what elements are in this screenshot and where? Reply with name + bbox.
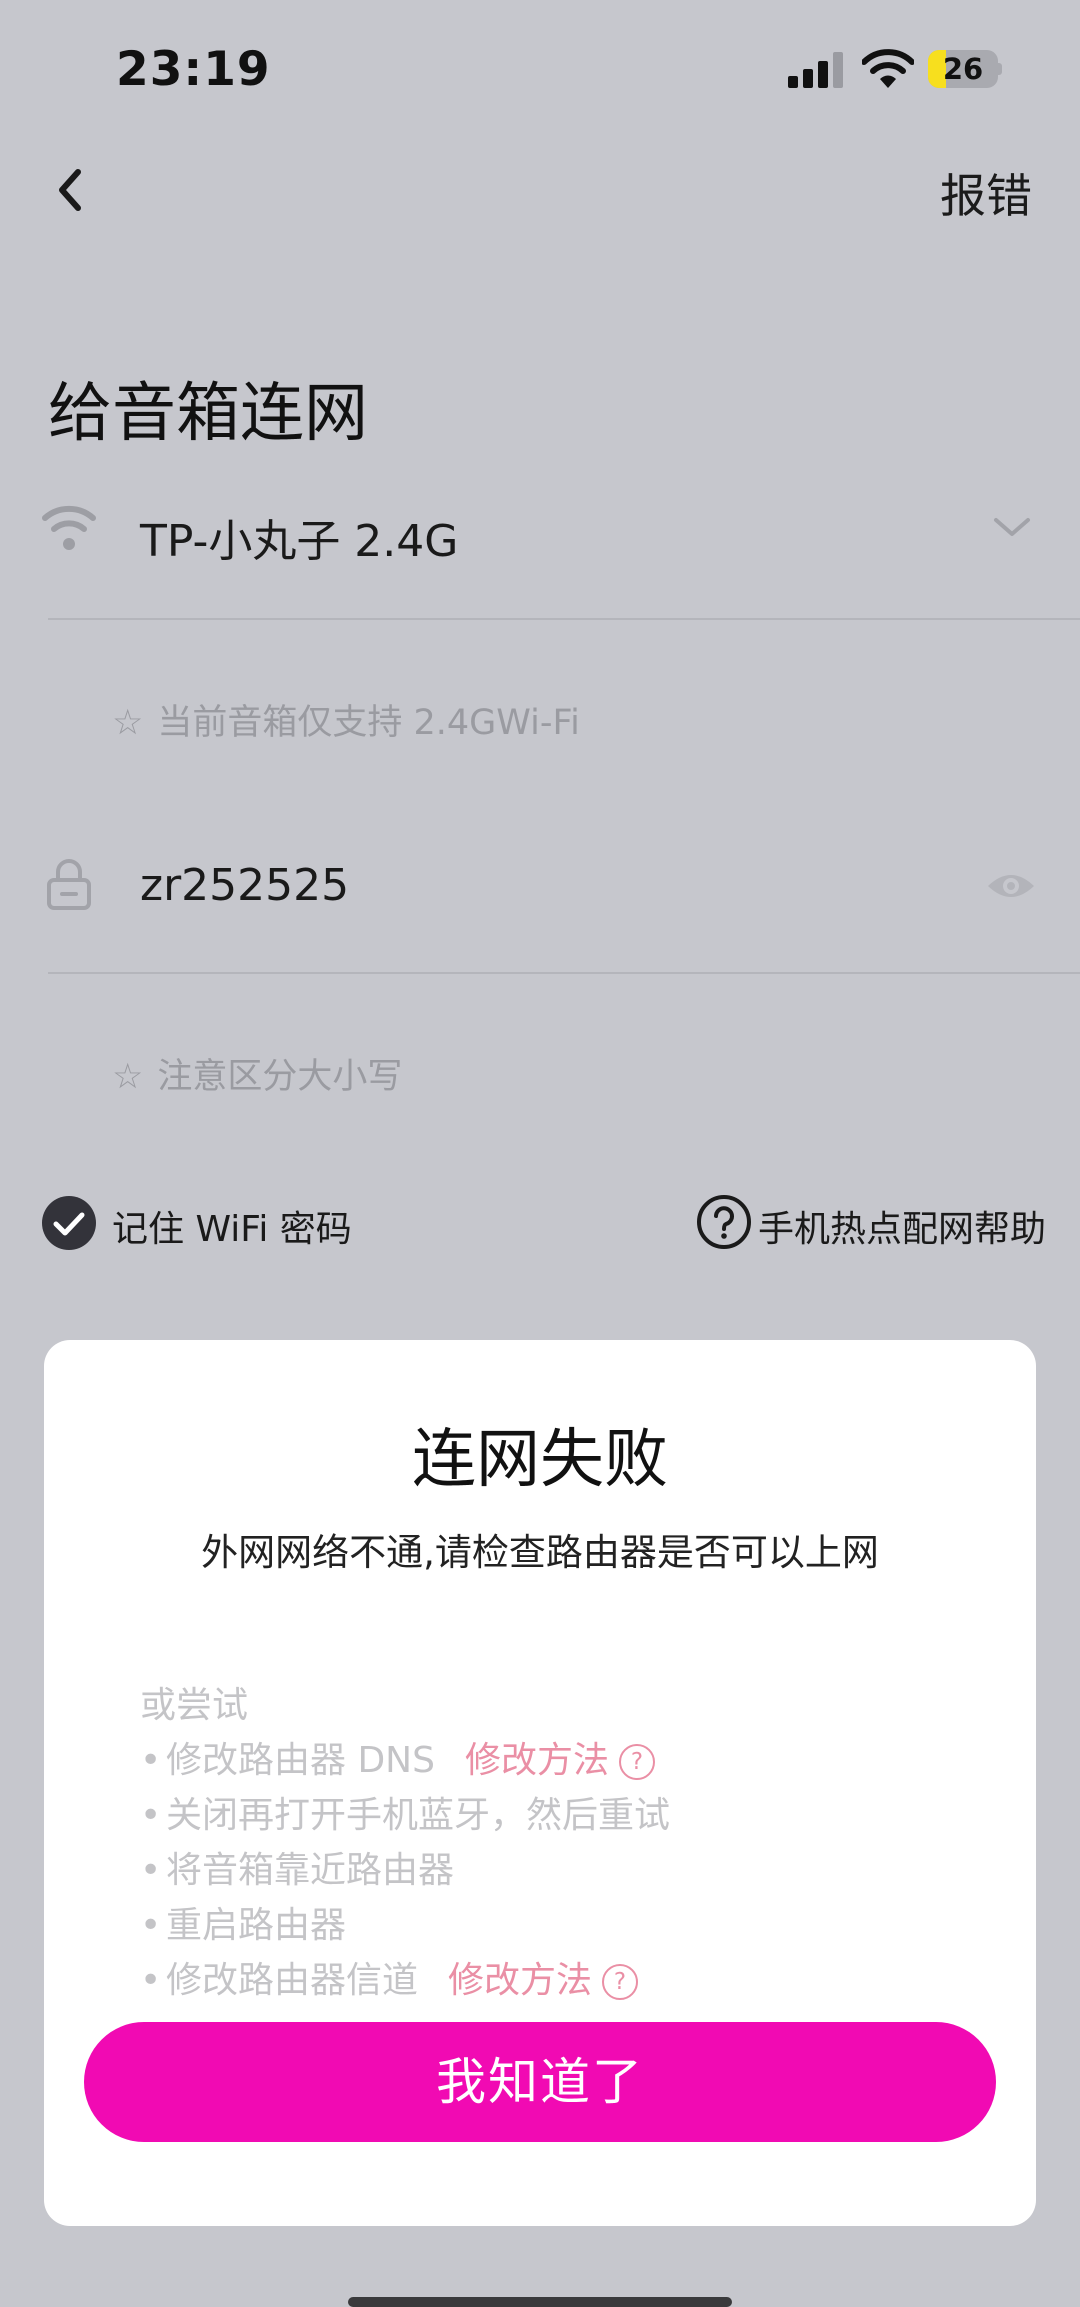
report-error-button[interactable]: 报错	[940, 160, 1032, 226]
page-title: 给音箱连网	[48, 377, 368, 451]
remember-checkbox[interactable]	[42, 1196, 96, 1250]
bullet: •	[140, 1740, 162, 1781]
divider	[48, 972, 1080, 974]
bullet: •	[140, 1960, 162, 2001]
password-input[interactable]: zr252525	[140, 860, 349, 911]
bullet: •	[140, 1905, 162, 1946]
connection-failed-dialog: 连网失败 外网网络不通,请检查路由器是否可以上网 或尝试 • 修改路由器 DNS 修…	[44, 1340, 1036, 2226]
status-time: 23:19	[116, 42, 271, 97]
back-chevron-icon[interactable]	[50, 160, 90, 220]
fix-method-link[interactable]: 修改方法	[448, 1960, 592, 2001]
tips-heading: 或尝试	[140, 1685, 249, 1726]
tip-text: 重启路由器	[166, 1905, 347, 1946]
tip-text: 将音箱靠近路由器	[166, 1850, 455, 1891]
fix-method-link[interactable]: 修改方法	[465, 1740, 609, 1781]
dialog-message: 外网网络不通,请检查路由器是否可以上网	[201, 1531, 879, 1574]
password-hint-text: 注意区分大小写	[157, 1057, 403, 1097]
divider	[48, 618, 1080, 620]
question-circle-icon[interactable]: ?	[602, 1964, 639, 2000]
hotspot-help-link[interactable]: 手机热点配网帮助	[758, 1200, 1046, 1252]
question-circle-icon[interactable]	[696, 1194, 752, 1250]
tips-list: 或尝试 • 修改路由器 DNS 修改方法? • 关闭再打开手机蓝牙，然后重试 • 将音箱…	[140, 1678, 670, 2008]
bullet: •	[140, 1850, 162, 1891]
wifi-hint-text: 当前音箱仅支持 2.4GWi-Fi	[157, 703, 580, 743]
question-circle-icon[interactable]: ?	[618, 1744, 655, 1780]
bullet: •	[140, 1795, 162, 1836]
star-icon: ☆	[112, 703, 144, 743]
home-indicator	[348, 2297, 732, 2307]
list-item: • 关闭再打开手机蓝牙，然后重试	[140, 1788, 670, 1843]
list-item: • 重启路由器	[140, 1898, 670, 1953]
wifi-ssid-select[interactable]: TP-小丸子 2.4G	[140, 505, 458, 569]
battery-level: 26	[942, 52, 984, 86]
got-it-button[interactable]: 我知道了	[84, 2022, 996, 2142]
wifi-hint: ☆ 当前音箱仅支持 2.4GWi-Fi	[112, 694, 580, 745]
tip-text: 修改路由器信道	[166, 1960, 419, 2001]
battery-icon: 26	[928, 50, 1002, 88]
list-item: • 修改路由器信道 修改方法?	[140, 1953, 670, 2008]
wifi-icon	[42, 505, 96, 550]
lock-icon	[47, 859, 91, 910]
tip-text: 修改路由器 DNS	[166, 1740, 435, 1781]
star-icon: ☆	[112, 1057, 144, 1097]
dialog-title: 连网失败	[412, 1423, 668, 1497]
list-item: • 将音箱靠近路由器	[140, 1843, 670, 1898]
list-item: • 修改路由器 DNS 修改方法?	[140, 1733, 670, 1788]
remember-wifi-label[interactable]: 记住 WiFi 密码	[112, 1200, 352, 1252]
wifi-status-icon	[862, 49, 914, 88]
cellular-signal-icon	[788, 52, 843, 88]
password-hint: ☆ 注意区分大小写	[112, 1048, 402, 1099]
eye-icon[interactable]	[986, 870, 1036, 902]
tip-text: 关闭再打开手机蓝牙，然后重试	[166, 1795, 671, 1836]
chevron-down-icon[interactable]	[990, 512, 1034, 542]
